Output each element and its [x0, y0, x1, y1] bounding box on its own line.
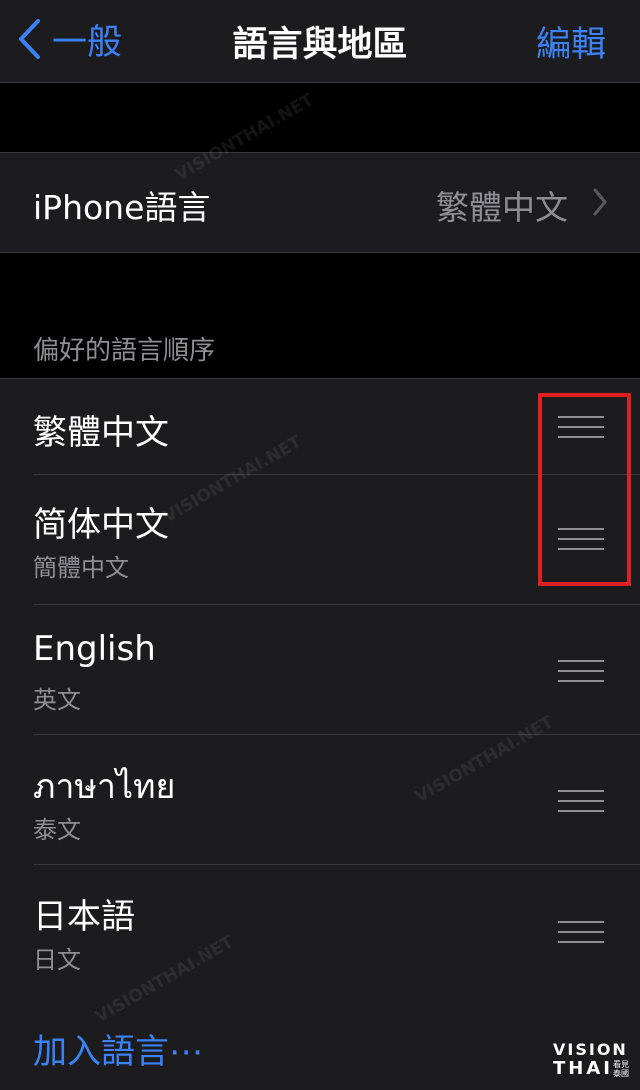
- iphone-language-value: 繁體中文: [436, 188, 568, 227]
- language-subtitle: 英文: [33, 686, 81, 714]
- reorder-handle-icon[interactable]: [558, 660, 604, 684]
- language-name: 简体中文: [33, 505, 169, 545]
- language-subtitle: 日文: [33, 946, 81, 974]
- language-name: English: [33, 629, 156, 669]
- iphone-language-label: iPhone語言: [33, 188, 211, 227]
- vision-thai-logo: VISION THAI 看見泰國: [553, 1040, 629, 1079]
- highlight-annotation: [538, 393, 631, 586]
- reorder-handle-icon[interactable]: [558, 790, 604, 814]
- language-name: 日本語: [33, 897, 135, 937]
- language-subtitle: 簡體中文: [33, 554, 129, 582]
- add-language-button[interactable]: 加入語言⋯: [33, 1024, 203, 1073]
- language-name: ภาษาไทย: [33, 767, 176, 807]
- language-item-japanese[interactable]: 日本語 日文: [0, 865, 640, 997]
- iphone-language-row[interactable]: iPhone語言 繁體中文: [0, 152, 640, 253]
- edit-button[interactable]: 編輯: [536, 16, 606, 67]
- chevron-right-icon: [593, 188, 607, 216]
- navigation-bar: 一般 語言與地區 編輯: [0, 0, 640, 83]
- reorder-handle-icon[interactable]: [558, 921, 604, 945]
- language-name: 繁體中文: [33, 413, 169, 453]
- preferred-languages-header: 偏好的語言順序: [33, 336, 216, 366]
- add-language-row: 加入語言⋯: [0, 996, 640, 1090]
- language-item-thai[interactable]: ภาษาไทย 泰文: [0, 735, 640, 865]
- language-subtitle: 泰文: [33, 816, 81, 844]
- language-item-english[interactable]: English 英文: [0, 605, 640, 735]
